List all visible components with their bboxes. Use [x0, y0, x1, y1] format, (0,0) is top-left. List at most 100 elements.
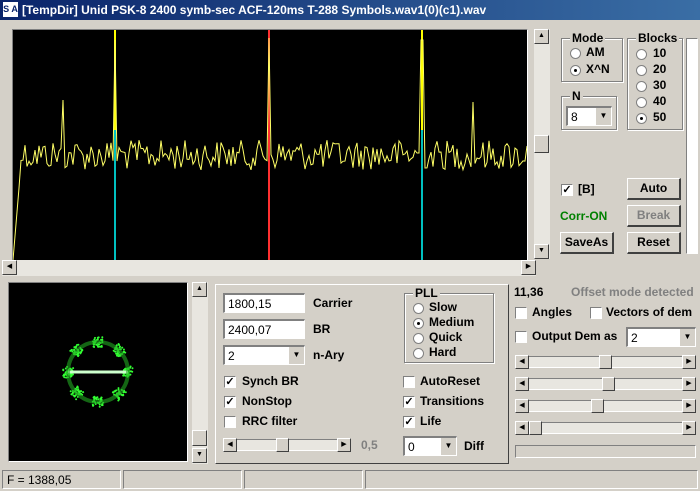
- blocks-30-label[interactable]: 30: [653, 78, 666, 92]
- pll-slow-label[interactable]: Slow: [429, 300, 457, 314]
- output-dem-label[interactable]: Output Dem as: [532, 329, 617, 343]
- blocks-40-radio[interactable]: [636, 97, 647, 108]
- synch-br-label[interactable]: Synch BR: [242, 374, 299, 388]
- life-label[interactable]: Life: [420, 414, 441, 428]
- blocks-50-radio[interactable]: [636, 113, 647, 124]
- scrollbar-thumb[interactable]: [534, 135, 549, 153]
- blocks-group: Blocks 10 20 30 40 50: [627, 31, 683, 130]
- scroll-up-icon[interactable]: ▲: [192, 282, 207, 297]
- rrc-filter-checkbox[interactable]: [224, 416, 236, 428]
- output-dem-select[interactable]: 2 ▼: [626, 327, 696, 347]
- pll-medium-radio[interactable]: [413, 318, 424, 329]
- scroll-left-icon[interactable]: ◀: [223, 438, 237, 452]
- scroll-right-icon[interactable]: ▶: [521, 260, 536, 275]
- scroll-right-icon[interactable]: ▶: [682, 377, 696, 391]
- mode-am-radio[interactable]: [570, 48, 581, 59]
- constellation-point: [116, 352, 119, 355]
- autoreset-checkbox[interactable]: [403, 376, 415, 388]
- nonstop-checkbox[interactable]: ✓: [224, 396, 236, 408]
- scroll-left-icon[interactable]: ◀: [515, 355, 529, 369]
- constellation-point: [101, 404, 104, 407]
- synch-br-checkbox[interactable]: ✓: [224, 376, 236, 388]
- chevron-down-icon[interactable]: ▼: [595, 108, 611, 125]
- carrier-input[interactable]: 1800,15: [223, 293, 305, 313]
- constellation-point: [95, 398, 98, 401]
- b-checkbox-label[interactable]: [B]: [578, 182, 595, 196]
- scroll-down-icon[interactable]: ▼: [192, 448, 207, 463]
- threshold-slider[interactable]: ◀ ▶: [223, 437, 351, 453]
- slider-thumb[interactable]: [529, 421, 542, 435]
- blocks-40-label[interactable]: 40: [653, 94, 666, 108]
- n-group-title: N: [570, 89, 583, 103]
- blocks-20-radio[interactable]: [636, 65, 647, 76]
- status-frequency: F = 1388,05: [2, 470, 121, 489]
- scroll-right-icon[interactable]: ▶: [682, 355, 696, 369]
- blocks-20-label[interactable]: 20: [653, 62, 666, 76]
- vectors-checkbox[interactable]: [590, 307, 602, 319]
- autoreset-label[interactable]: AutoReset: [420, 374, 480, 388]
- scroll-left-icon[interactable]: ◀: [515, 399, 529, 413]
- blocks-30-radio[interactable]: [636, 81, 647, 92]
- constellation-point: [76, 343, 79, 346]
- nonstop-label[interactable]: NonStop: [242, 394, 292, 408]
- blocks-10-label[interactable]: 10: [653, 46, 666, 60]
- mode-xn-radio[interactable]: [570, 65, 581, 76]
- blocks-50-label[interactable]: 50: [653, 110, 666, 124]
- chevron-down-icon[interactable]: ▼: [440, 438, 456, 455]
- constellation-point: [122, 394, 125, 397]
- angles-checkbox[interactable]: [515, 307, 527, 319]
- slider-thumb[interactable]: [599, 355, 612, 369]
- app-icon[interactable]: S A: [3, 2, 18, 17]
- constellation-point: [98, 405, 101, 408]
- constellation-point: [130, 370, 132, 373]
- scroll-left-icon[interactable]: ◀: [2, 260, 17, 275]
- auto-button[interactable]: Auto: [627, 178, 681, 200]
- rrc-filter-label[interactable]: RRC filter: [242, 414, 297, 428]
- offset-slider-4[interactable]: ◀ ▶: [515, 420, 696, 436]
- scroll-down-icon[interactable]: ▼: [534, 244, 549, 259]
- scroll-right-icon[interactable]: ▶: [337, 438, 351, 452]
- nary-select[interactable]: 2 ▼: [223, 345, 305, 365]
- offset-slider-3[interactable]: ◀ ▶: [515, 398, 696, 414]
- mode-xn-label[interactable]: X^N: [586, 62, 610, 76]
- chevron-down-icon[interactable]: ▼: [288, 347, 304, 364]
- vectors-label[interactable]: Vectors of dem: [606, 305, 692, 319]
- b-checkbox[interactable]: ✓: [561, 184, 573, 196]
- mode-am-label[interactable]: AM: [586, 45, 605, 59]
- output-dem-checkbox[interactable]: [515, 331, 527, 343]
- waveform-vscrollbar[interactable]: ▲ ▼: [534, 29, 550, 259]
- offset-slider-1[interactable]: ◀ ▶: [515, 354, 696, 370]
- slider-thumb[interactable]: [276, 438, 290, 452]
- reset-button[interactable]: Reset: [627, 232, 681, 254]
- pll-hard-label[interactable]: Hard: [429, 345, 456, 359]
- transitions-checkbox[interactable]: ✓: [403, 396, 415, 408]
- scroll-left-icon[interactable]: ◀: [515, 421, 529, 435]
- diff-select[interactable]: 0 ▼: [403, 436, 457, 456]
- slider-thumb[interactable]: [590, 399, 604, 413]
- scrollbar-thumb[interactable]: [192, 430, 207, 446]
- angles-label[interactable]: Angles: [532, 305, 572, 319]
- constellation-vscrollbar[interactable]: ▲ ▼: [192, 282, 208, 464]
- pll-slow-radio[interactable]: [413, 303, 424, 314]
- offset-slider-2[interactable]: ◀ ▶: [515, 376, 696, 392]
- scroll-left-icon[interactable]: ◀: [515, 377, 529, 391]
- pll-quick-radio[interactable]: [413, 333, 424, 344]
- break-button[interactable]: Break: [627, 205, 681, 227]
- scroll-right-icon[interactable]: ▶: [682, 421, 696, 435]
- saveas-button[interactable]: SaveAs: [560, 232, 614, 254]
- pll-hard-radio[interactable]: [413, 348, 424, 359]
- chevron-down-icon[interactable]: ▼: [679, 329, 695, 346]
- transitions-label[interactable]: Transitions: [420, 394, 484, 408]
- window-title: [TempDir] Unid PSK-8 2400 symb-sec ACF-1…: [22, 3, 487, 17]
- pll-medium-label[interactable]: Medium: [429, 315, 474, 329]
- life-checkbox[interactable]: ✓: [403, 416, 415, 428]
- pll-quick-label[interactable]: Quick: [429, 330, 462, 344]
- scroll-right-icon[interactable]: ▶: [682, 399, 696, 413]
- n-select[interactable]: 8 ▼: [566, 106, 612, 126]
- blocks-10-radio[interactable]: [636, 49, 647, 60]
- title-bar[interactable]: S A [TempDir] Unid PSK-8 2400 symb-sec A…: [0, 0, 700, 20]
- waveform-hscrollbar[interactable]: ◀ ▶: [2, 260, 536, 276]
- scroll-up-icon[interactable]: ▲: [534, 29, 549, 44]
- br-input[interactable]: 2400,07: [223, 319, 305, 339]
- slider-thumb[interactable]: [601, 377, 615, 391]
